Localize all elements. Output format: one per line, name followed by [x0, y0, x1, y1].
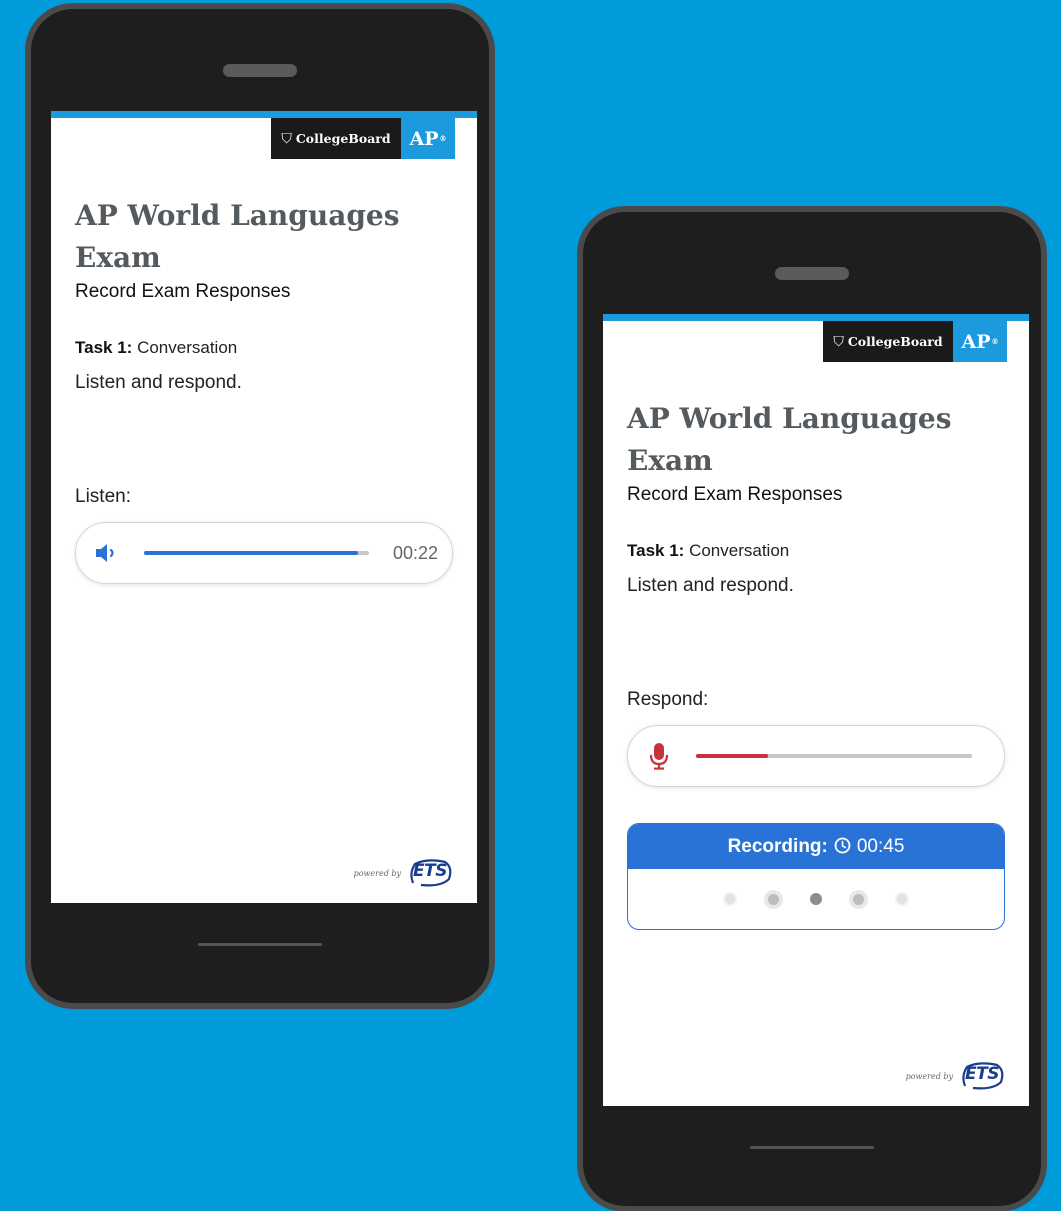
- screen-content: AP World Languages Exam Record Exam Resp…: [51, 195, 477, 584]
- task-line: Task 1: Conversation: [75, 338, 453, 358]
- activity-dot: [723, 892, 737, 906]
- task-label: Task 1:: [627, 541, 685, 560]
- clock-icon: [834, 836, 851, 858]
- recording-activity-indicator: [628, 869, 1004, 929]
- page-subtitle: Record Exam Responses: [75, 281, 291, 302]
- ap-label: AP: [409, 127, 439, 150]
- top-stripe: [51, 111, 477, 118]
- screen-respond: ⛉ CollegeBoard AP ® AP World Languages Ex…: [603, 314, 1029, 1106]
- recording-time: 00:45: [856, 835, 905, 857]
- audio-player[interactable]: 00:22: [75, 522, 453, 584]
- ets-logo: ETS: [407, 859, 453, 887]
- ets-label: ETS: [965, 1064, 999, 1084]
- phone-home-bar: [198, 943, 322, 946]
- collegeboard-logo: ⛉ CollegeBoard: [271, 118, 401, 159]
- speaker-icon[interactable]: [94, 540, 120, 566]
- recording-label: Recording:: [727, 835, 828, 857]
- shield-icon: ⛉: [833, 333, 844, 350]
- stage: ⛉ CollegeBoard AP ® AP World Languages Ex…: [0, 0, 1061, 1211]
- page-title: AP World Languages Exam: [627, 402, 952, 477]
- collegeboard-logo: ⛉ CollegeBoard: [823, 321, 953, 362]
- ets-label: ETS: [413, 861, 447, 881]
- top-stripe: [603, 314, 1029, 321]
- audio-progress-fill: [144, 551, 358, 555]
- task-label: Task 1:: [75, 338, 133, 357]
- activity-dot: [849, 889, 868, 909]
- activity-dot: [895, 892, 909, 906]
- collegeboard-label: CollegeBoard: [847, 334, 943, 349]
- brand-header: ⛉ CollegeBoard AP ®: [603, 321, 1029, 362]
- page-subtitle: Record Exam Responses: [627, 484, 843, 505]
- task-name: Conversation: [689, 541, 790, 560]
- instruction-text: Listen and respond.: [75, 372, 242, 393]
- powered-by-label: powered by: [905, 1071, 953, 1081]
- ap-logo: AP ®: [953, 321, 1007, 362]
- screen-listen: ⛉ CollegeBoard AP ® AP World Languages Ex…: [51, 111, 477, 903]
- recording-panel: Recording: 00:45: [627, 823, 1005, 930]
- powered-by-label: powered by: [353, 868, 401, 878]
- powered-by-ets: powered by ETS: [354, 859, 453, 887]
- microphone-icon[interactable]: [646, 743, 672, 770]
- powered-by-ets: powered by ETS: [906, 1062, 1005, 1090]
- phone-left: ⛉ CollegeBoard AP ® AP World Languages Ex…: [25, 3, 495, 1009]
- instruction-text: Listen and respond.: [627, 575, 794, 596]
- collegeboard-label: CollegeBoard: [295, 131, 391, 146]
- page-title: AP World Languages Exam: [75, 199, 400, 274]
- task-line: Task 1: Conversation: [627, 541, 1005, 561]
- ap-mark: ®: [991, 337, 999, 346]
- brand-header: ⛉ CollegeBoard AP ®: [51, 118, 477, 159]
- ets-logo: ETS: [959, 1062, 1005, 1090]
- activity-dot: [764, 889, 783, 909]
- audio-recorder[interactable]: [627, 725, 1005, 787]
- phone-home-bar: [750, 1146, 874, 1149]
- phone-right: ⛉ CollegeBoard AP ® AP World Languages Ex…: [577, 206, 1047, 1211]
- activity-dot: [810, 893, 822, 905]
- audio-progress-track[interactable]: [144, 551, 369, 555]
- ap-logo: AP ®: [401, 118, 455, 159]
- audio-time: 00:22: [392, 542, 438, 563]
- listen-label: Listen:: [75, 486, 131, 507]
- respond-label: Respond:: [627, 689, 709, 710]
- ap-mark: ®: [439, 134, 447, 143]
- shield-icon: ⛉: [281, 130, 292, 147]
- recording-header: Recording: 00:45: [628, 824, 1004, 869]
- ap-label: AP: [961, 330, 991, 353]
- screen-content: AP World Languages Exam Record Exam Resp…: [603, 398, 1029, 930]
- phone-speaker: [223, 64, 297, 77]
- recording-progress-track[interactable]: [696, 754, 972, 758]
- task-name: Conversation: [137, 338, 238, 357]
- phone-speaker: [775, 267, 849, 280]
- recording-progress-fill: [696, 754, 768, 758]
